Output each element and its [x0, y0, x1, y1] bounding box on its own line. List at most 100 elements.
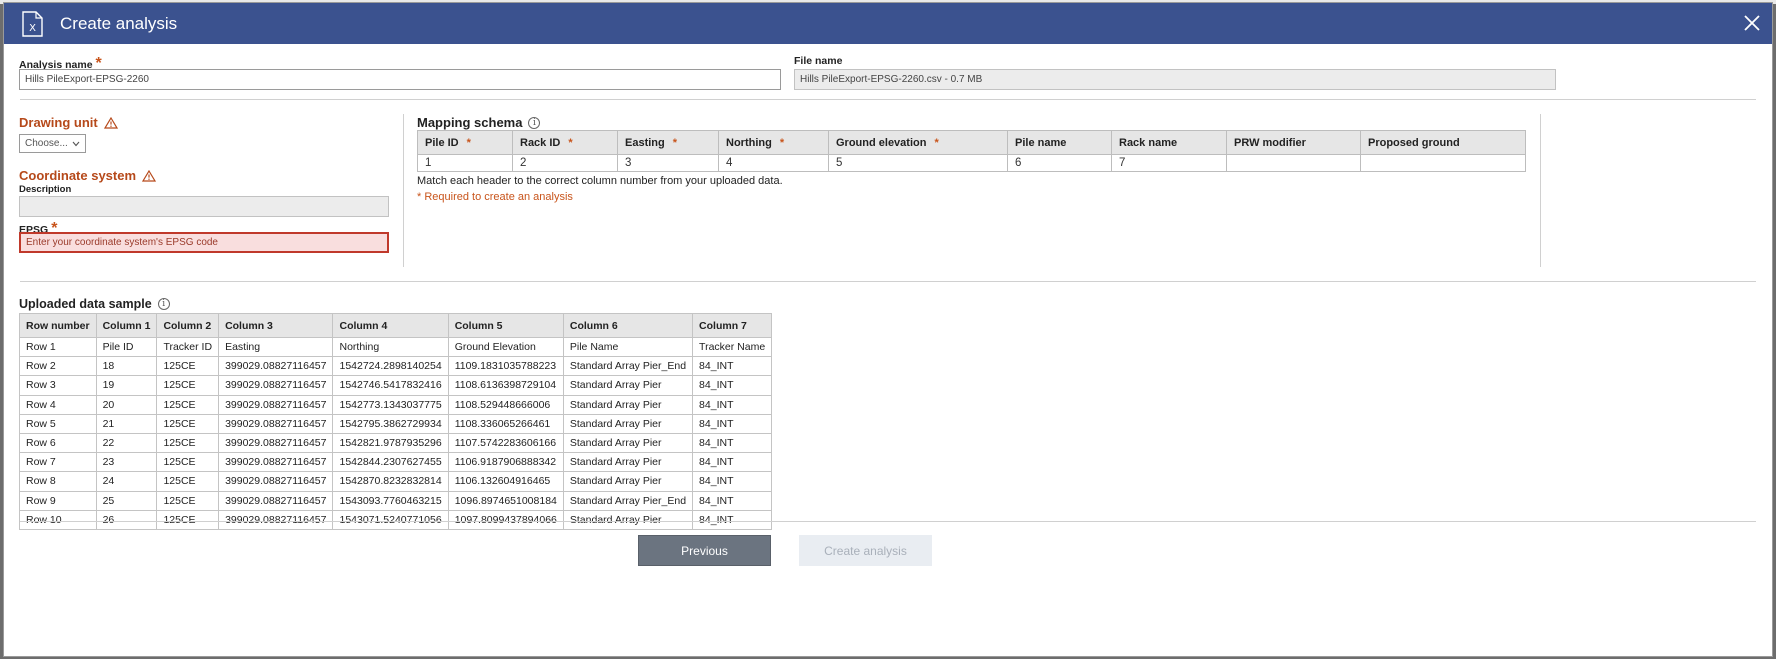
- create-analysis-button[interactable]: Create analysis: [799, 535, 932, 566]
- svg-text:X: X: [29, 23, 36, 34]
- table-cell: 1106.132604916465: [447, 471, 564, 492]
- table-cell: Pile Name: [562, 336, 694, 358]
- table-cell: Ground Elevation: [447, 336, 564, 358]
- table-cell: 1542773.1343037775: [332, 394, 449, 415]
- file-name-label: File name: [794, 55, 843, 67]
- table-cell: 399029.08827116457: [218, 490, 334, 511]
- table-cell: 125CE: [156, 471, 220, 492]
- divider: [20, 281, 1756, 282]
- table-cell: 25: [95, 490, 158, 511]
- mapping-input-rack-name[interactable]: 7: [1111, 154, 1227, 172]
- epsg-input[interactable]: Enter your coordinate system's EPSG code: [19, 232, 389, 253]
- table-cell: 84_INT: [692, 471, 773, 492]
- table-row: Row 10 26 125CE 399029.08827116457 1543071.5…: [19, 509, 773, 530]
- table-cell: Row 5: [19, 413, 97, 434]
- close-icon[interactable]: [1740, 11, 1764, 35]
- table-cell: 19: [95, 375, 158, 396]
- table-cell: 1108.6136398729104: [447, 375, 564, 396]
- mapping-header: Rack ID *: [512, 130, 618, 155]
- table-cell: Tracker ID: [156, 336, 220, 358]
- table-cell: Pile ID: [95, 336, 158, 358]
- mapping-schema-table: Pile ID * Rack ID * Easting * Northing * Gro…: [417, 130, 1526, 172]
- table-cell: 1542870.8232832814: [332, 471, 449, 492]
- mapping-input-prw-modifier[interactable]: [1226, 154, 1361, 172]
- uploaded-sample-table: Row number Column 1 Column 2 Column 3 Column…: [19, 313, 773, 530]
- table-cell: 399029.08827116457: [218, 432, 334, 454]
- mapping-header: Easting *: [617, 130, 719, 155]
- table-cell: 1107.5742283606166: [447, 432, 564, 454]
- table-cell: 1108.336065266461: [447, 413, 564, 434]
- table-cell: 84_INT: [692, 432, 773, 454]
- table-cell: 1542844.2307627455: [332, 452, 449, 473]
- table-cell: Standard Array Pier_End: [562, 490, 694, 511]
- vertical-divider: [403, 114, 404, 267]
- table-row: Row 1 Pile ID Tracker ID Easting Northing Gro…: [19, 336, 773, 358]
- table-cell: Row 2: [19, 356, 97, 377]
- table-cell: Standard Array Pier: [562, 413, 694, 434]
- mapping-header: Ground elevation *: [828, 130, 1008, 155]
- table-cell: Standard Array Pier: [562, 375, 694, 396]
- mapping-header: PRW modifier: [1226, 130, 1361, 155]
- table-cell: Standard Array Pier: [562, 432, 694, 454]
- table-cell: 1106.9187906888342: [447, 452, 564, 473]
- table-cell: 1542724.2898140254: [332, 356, 449, 377]
- table-cell: 84_INT: [692, 394, 773, 415]
- mapping-header: Pile ID *: [417, 130, 513, 155]
- table-cell: 84_INT: [692, 509, 773, 530]
- table-cell: Row 9: [19, 490, 97, 511]
- table-cell: 84_INT: [692, 490, 773, 511]
- table-cell: Row 10: [19, 509, 97, 530]
- vertical-divider: [1540, 114, 1541, 267]
- create-analysis-dialog: X Create analysis Analysis name * Hills P…: [3, 2, 1773, 657]
- mapping-input-easting[interactable]: 3: [617, 154, 719, 172]
- table-cell: 18: [95, 356, 158, 377]
- drawing-unit-heading: Drawing unit: [19, 115, 118, 130]
- table-cell: Row 3: [19, 375, 97, 396]
- previous-button[interactable]: Previous: [638, 535, 771, 566]
- mapping-input-northing[interactable]: 4: [718, 154, 829, 172]
- info-icon[interactable]: i: [157, 298, 170, 310]
- mapping-input-pile-id[interactable]: 1: [417, 154, 513, 172]
- mapping-schema-heading: Mapping schema i: [417, 115, 541, 130]
- table-row: Row 7 23 125CE 399029.08827116457 1542844.23…: [19, 452, 773, 473]
- table-cell: Standard Array Pier: [562, 394, 694, 415]
- mapping-input-proposed-ground[interactable]: [1360, 154, 1526, 172]
- chevron-down-icon: [72, 141, 80, 146]
- table-cell: 1096.8974651008184: [447, 490, 564, 511]
- table-cell: 84_INT: [692, 413, 773, 434]
- analysis-name-input[interactable]: Hills PileExport-EPSG-2260: [19, 69, 781, 90]
- table-cell: Row 1: [19, 336, 97, 358]
- excel-file-icon: X: [22, 10, 43, 37]
- table-cell: Standard Array Pier: [562, 471, 694, 492]
- table-cell: 399029.08827116457: [218, 452, 334, 473]
- uploaded-sample-heading: Uploaded data sample i: [19, 297, 170, 311]
- table-cell: 399029.08827116457: [218, 471, 334, 492]
- info-icon[interactable]: i: [528, 116, 541, 129]
- mapping-header: Proposed ground: [1360, 130, 1526, 155]
- table-header-row: Row number Column 1 Column 2 Column 3 Column…: [19, 313, 773, 338]
- required-note: * Required to create an analysis: [417, 191, 573, 203]
- drawing-unit-select[interactable]: Choose...: [19, 134, 86, 153]
- mapping-input-pile-name[interactable]: 6: [1007, 154, 1112, 172]
- dialog-titlebar: X Create analysis: [4, 3, 1772, 44]
- table-row: Row 9 25 125CE 399029.08827116457 1543093.77…: [19, 490, 773, 511]
- table-cell: 84_INT: [692, 356, 773, 377]
- table-cell: 125CE: [156, 490, 220, 511]
- table-cell: 23: [95, 452, 158, 473]
- column-header: Column 7: [692, 313, 773, 338]
- table-cell: 399029.08827116457: [218, 375, 334, 396]
- column-header: Column 6: [562, 313, 694, 338]
- divider: [20, 99, 1756, 100]
- table-cell: 26: [95, 509, 158, 530]
- warning-icon: [142, 169, 157, 182]
- table-cell: Row 7: [19, 452, 97, 473]
- table-cell: 399029.08827116457: [218, 509, 334, 530]
- warning-icon: [103, 116, 118, 129]
- dialog-title: Create analysis: [60, 13, 178, 33]
- mapping-input-rack-id[interactable]: 2: [512, 154, 618, 172]
- table-row: Row 6 22 125CE 399029.08827116457 1542821.97…: [19, 432, 773, 454]
- table-cell: 1097.8099437894066: [447, 509, 564, 530]
- table-row: Row 4 20 125CE 399029.08827116457 1542773.13…: [19, 394, 773, 415]
- mapping-input-ground-elevation[interactable]: 5: [828, 154, 1008, 172]
- table-cell: Northing: [332, 336, 449, 358]
